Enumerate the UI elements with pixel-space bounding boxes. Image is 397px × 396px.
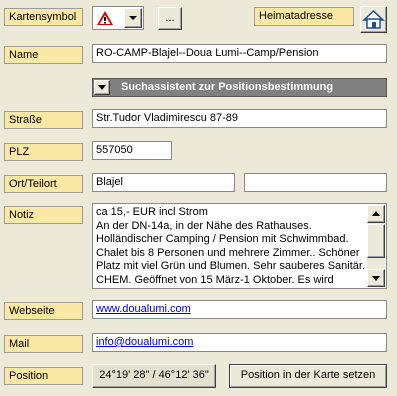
symbol-dropdown-button[interactable] [124, 8, 142, 28]
position-display-button[interactable]: 24°19' 28" / 46°12' 36" [92, 364, 216, 388]
street-input[interactable]: Str.Tudor Vladimirescu 87-89 [92, 109, 387, 128]
notes-textarea[interactable]: ca 15,- EUR incl Strom An der DN-14a, in… [92, 203, 387, 289]
map-symbol-select[interactable] [92, 6, 144, 30]
notes-line: ca 15,- EUR incl Strom [96, 206, 208, 218]
scroll-up-button[interactable] [367, 205, 385, 223]
search-assistant-toggle[interactable] [94, 80, 110, 95]
notes-line: Chalet bis 8 Personen und mehrere Zimmer… [96, 246, 360, 259]
name-input[interactable]: RO-CAMP-Blajel--Doua Lumi--Camp/Pension [92, 44, 387, 63]
home-address-button[interactable] [360, 6, 387, 33]
house-icon [362, 9, 385, 29]
label-plz: PLZ [4, 143, 83, 161]
chevron-up-icon [372, 211, 380, 216]
label-mail: Mail [4, 335, 83, 353]
notes-scrollbar[interactable] [367, 205, 385, 287]
search-assistant-label: Suchassistent zur Positionsbestimmung [121, 81, 334, 93]
chevron-down-icon [98, 85, 106, 90]
notes-line: CHEM. Geöffnet von 15 März-1 Oktober. Es… [96, 273, 334, 286]
label-heimatadresse: Heimatadresse [254, 7, 354, 26]
mail-input[interactable]: info@doualumi.com [92, 333, 387, 352]
scroll-down-button[interactable] [367, 269, 385, 287]
search-assistant-bar[interactable]: Suchassistent zur Positionsbestimmung [92, 78, 387, 97]
postal-code-input[interactable]: 557050 [92, 141, 172, 160]
label-ort: Ort/Teilort [4, 175, 83, 193]
notes-line: Holländischer Camping / Pension mit Schw… [96, 233, 349, 245]
notes-text: ca 15,- EUR incl Strom An der DN-14a, in… [96, 206, 366, 288]
warning-triangle-icon [97, 10, 113, 26]
label-notiz: Notiz [4, 206, 83, 224]
label-webseite: Webseite [4, 302, 83, 320]
notes-line: Platz mit viel Grün und Blumen. Sehr sau… [96, 260, 366, 272]
browse-symbol-button[interactable]: ... [158, 7, 182, 30]
label-name: Name [4, 46, 83, 64]
website-link[interactable]: www.doualumi.com [96, 303, 191, 315]
chevron-down-icon [129, 16, 137, 20]
label-kartensymbol: Kartensymbol [4, 8, 83, 26]
set-position-on-map-button[interactable]: Position in der Karte setzen [229, 364, 387, 388]
mail-link[interactable]: info@doualumi.com [96, 336, 193, 348]
label-strasse: Straße [4, 111, 83, 129]
district-input[interactable] [244, 173, 387, 192]
chevron-down-icon [372, 276, 380, 281]
scroll-thumb[interactable] [367, 224, 385, 258]
label-position: Position [4, 367, 83, 385]
website-input[interactable]: www.doualumi.com [92, 300, 387, 319]
city-input[interactable]: Blajel [92, 173, 235, 192]
notes-line: An der DN-14a, in der Nähe des Rathauses… [96, 219, 312, 232]
